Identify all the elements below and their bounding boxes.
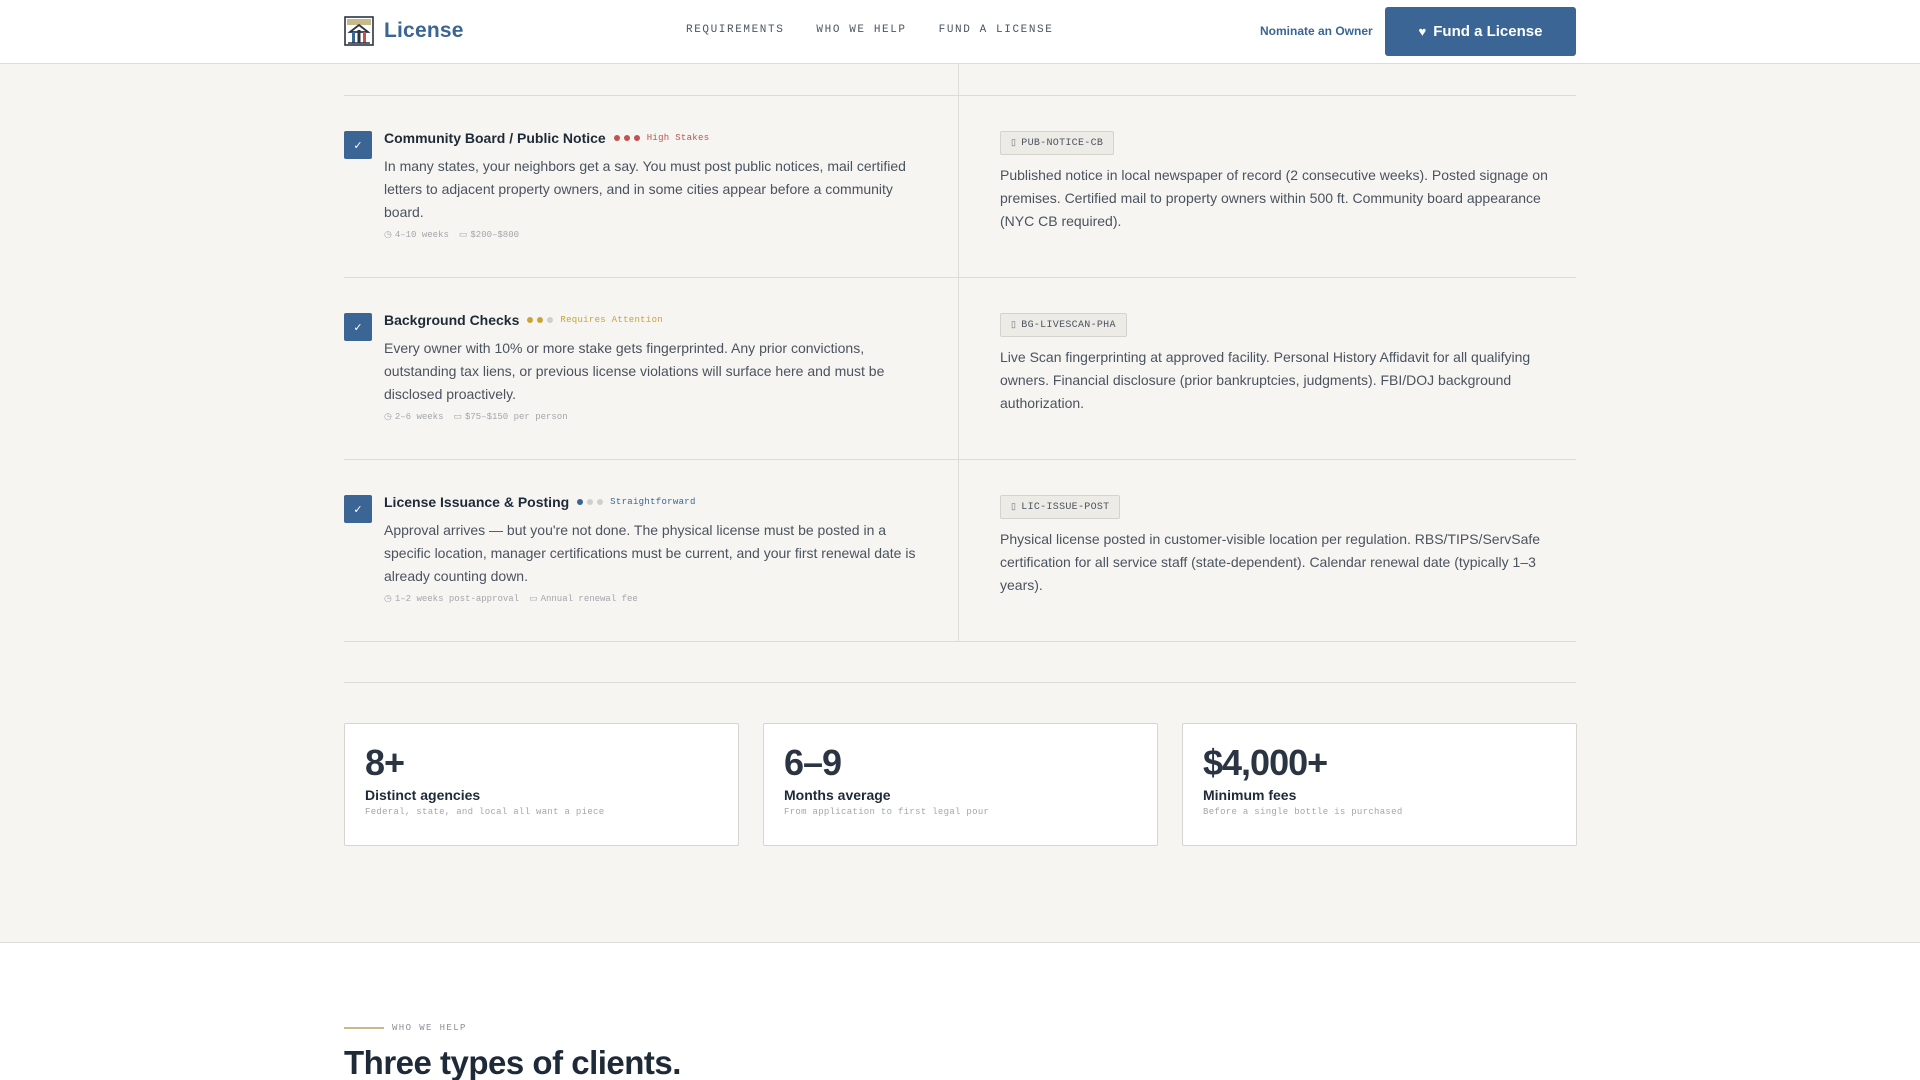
stat-subtext: From application to first legal pour (784, 807, 990, 817)
who-we-help-title: Three types of clients. (344, 1044, 681, 1080)
requirements-steps: ✓ Community Board / Public Notice High S… (344, 64, 1576, 642)
step-time: 4–10 weeks (394, 230, 449, 240)
step-code-badge: ▯ BG-LIVESCAN-PHA (1000, 313, 1127, 337)
nav-requirements[interactable]: REQUIREMENTS (686, 24, 784, 36)
brand-name: License (384, 19, 464, 42)
difficulty-dots (527, 317, 554, 323)
step-time: 1–2 weeks post-approval (394, 594, 520, 604)
difficulty-label: High Stakes (646, 133, 710, 143)
brand-logo[interactable]: License (344, 16, 464, 46)
who-we-help-kicker: WHO WE HELP (344, 1023, 467, 1033)
who-we-help-section-background (0, 942, 1920, 1080)
step-row: ✓ Community Board / Public Notice High S… (344, 96, 1576, 278)
step-cost: $200–$800 (470, 230, 519, 240)
stat-card: 8+ Distinct agencies Federal, state, and… (344, 723, 739, 846)
money-icon: ▭ (453, 412, 462, 422)
money-icon: ▭ (458, 230, 468, 240)
document-icon: ▯ (1011, 502, 1017, 512)
kicker-text: WHO WE HELP (392, 1023, 467, 1033)
clock-icon: ◷ (384, 230, 392, 240)
stat-value: 8+ (365, 742, 405, 783)
step-cost: $75–$150 per person (464, 412, 568, 422)
site-header: License REQUIREMENTS WHO WE HELP FUND A … (0, 0, 1920, 64)
step-summary: Community Board / Public Notice High Sta… (384, 130, 924, 240)
step-description: Every owner with 10% or more stake gets … (384, 340, 885, 402)
step-description: In many states, your neighbors get a say… (384, 158, 906, 220)
step-code: BG-LIVESCAN-PHA (1021, 319, 1116, 331)
clock-icon: ◷ (384, 412, 392, 422)
stat-value: $4,000+ (1203, 742, 1328, 783)
step-detail: Published notice in local newspaper of r… (1000, 167, 1548, 229)
fund-license-button-label: Fund a License (1433, 23, 1543, 40)
step-meta: ◷ 2–6 weeks ▭ $75–$150 per person (384, 412, 924, 422)
step-detail: Physical license posted in customer-visi… (1000, 531, 1541, 593)
step-details: ▯ BG-LIVESCAN-PHA Live Scan fingerprinti… (1000, 313, 1560, 415)
check-icon[interactable]: ✓ (344, 131, 372, 159)
step-detail: Live Scan fingerprinting at approved fac… (1000, 349, 1531, 411)
stat-card: 6–9 Months average From application to f… (763, 723, 1158, 846)
storefront-logo-icon (344, 16, 374, 46)
step-details: ▯ LIC-ISSUE-POST Physical license posted… (1000, 495, 1560, 597)
step-cost: Annual renewal fee (540, 594, 638, 604)
steps-top-row (344, 64, 1576, 96)
stat-label: Distinct agencies (365, 787, 481, 803)
difficulty-dots (613, 135, 640, 141)
step-time: 2–6 weeks (394, 412, 444, 422)
section-divider (344, 682, 1576, 683)
document-icon: ▯ (1011, 320, 1017, 330)
check-icon[interactable]: ✓ (344, 313, 372, 341)
stats-row: 8+ Distinct agencies Federal, state, and… (344, 723, 1577, 846)
nominate-owner-link[interactable]: Nominate an Owner (1260, 24, 1373, 38)
difficulty-dots (577, 499, 604, 505)
step-title: Community Board / Public Notice (384, 130, 606, 146)
step-meta: ◷ 4–10 weeks ▭ $200–$800 (384, 230, 924, 240)
clock-icon: ◷ (384, 594, 392, 604)
difficulty-label: Straightforward (610, 497, 696, 507)
step-row: ✓ License Issuance & Posting Straightfor… (344, 460, 1576, 642)
document-icon: ▯ (1011, 138, 1017, 148)
step-summary: License Issuance & Posting Straightforwa… (384, 494, 924, 604)
step-row: ✓ Background Checks Requires Attention E… (344, 278, 1576, 460)
stat-card: $4,000+ Minimum fees Before a single bot… (1182, 723, 1577, 846)
step-summary: Background Checks Requires Attention Eve… (384, 312, 924, 422)
step-description: Approval arrives — but you're not done. … (384, 522, 916, 584)
step-code: LIC-ISSUE-POST (1021, 501, 1110, 513)
kicker-divider (344, 1027, 384, 1029)
step-code: PUB-NOTICE-CB (1021, 137, 1104, 149)
step-meta: ◷ 1–2 weeks post-approval ▭ Annual renewal… (384, 594, 924, 604)
step-title: License Issuance & Posting (384, 494, 570, 510)
stat-subtext: Before a single bottle is purchased (1203, 807, 1403, 817)
step-details: ▯ PUB-NOTICE-CB Published notice in loca… (1000, 131, 1560, 233)
step-title: Background Checks (384, 312, 520, 328)
main-nav: REQUIREMENTS WHO WE HELP FUND A LICENSE (686, 24, 1053, 36)
difficulty-label: Requires Attention (560, 315, 663, 325)
heart-icon: ♥ (1418, 24, 1427, 39)
nav-fund-a-license[interactable]: FUND A LICENSE (939, 24, 1054, 36)
money-icon: ▭ (529, 594, 538, 604)
check-icon[interactable]: ✓ (344, 495, 372, 523)
step-code-badge: ▯ LIC-ISSUE-POST (1000, 495, 1121, 519)
stat-subtext: Federal, state, and local all want a pie… (365, 807, 605, 817)
stat-label: Months average (784, 787, 891, 803)
nav-who-we-help[interactable]: WHO WE HELP (816, 24, 906, 36)
stat-value: 6–9 (784, 742, 842, 783)
step-code-badge: ▯ PUB-NOTICE-CB (1000, 131, 1115, 155)
stat-label: Minimum fees (1203, 787, 1297, 803)
fund-license-button[interactable]: ♥ Fund a License (1385, 7, 1576, 56)
